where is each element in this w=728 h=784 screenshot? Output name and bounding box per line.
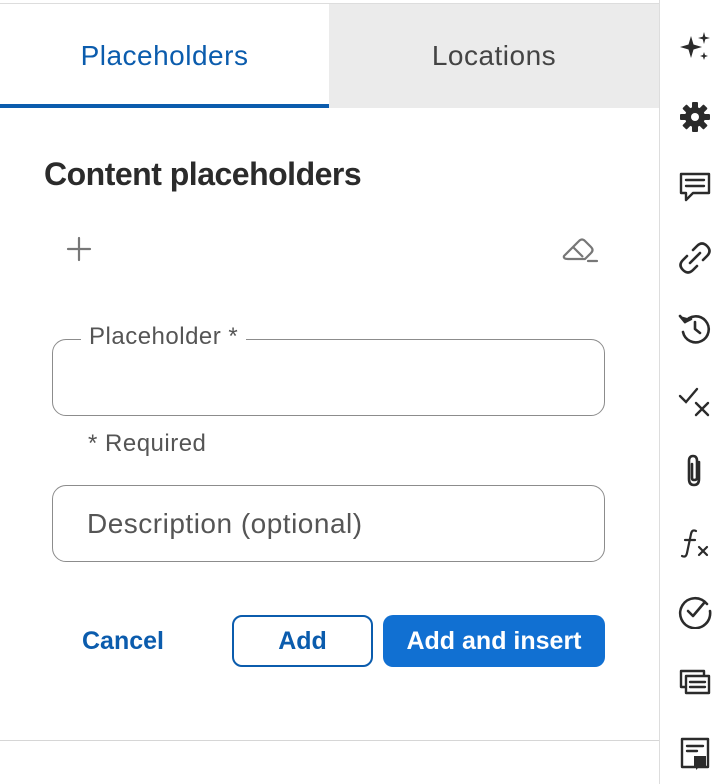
tab-placeholders[interactable]: Placeholders [0,4,329,108]
comment-icon[interactable] [674,166,716,208]
history-icon[interactable] [674,308,716,350]
placeholder-input[interactable] [73,350,583,404]
check-cross-icon[interactable] [674,380,716,422]
formula-icon[interactable] [674,522,716,564]
eraser-icon[interactable] [558,228,600,270]
cancel-button[interactable]: Cancel [64,615,182,667]
link-icon[interactable] [674,237,716,279]
placeholder-field: Placeholder * [52,323,605,416]
cards-icon[interactable] [674,660,716,702]
check-circle-icon[interactable] [674,590,716,632]
add-button[interactable]: Add [232,615,373,667]
gear-icon[interactable] [674,96,716,138]
placeholder-field-label: Placeholder * [81,323,247,351]
bottom-divider [0,740,659,741]
content-panel: Placeholders Locations Content placehold… [0,0,659,784]
description-field [52,485,605,562]
description-input[interactable] [87,497,597,551]
tab-bar: Placeholders Locations [0,4,659,108]
plus-icon[interactable] [62,232,96,266]
required-note: * Required [88,430,207,457]
right-icon-rail [659,0,728,784]
section-title: Content placeholders [44,156,362,192]
add-and-insert-button[interactable]: Add and insert [383,615,605,667]
sparkle-icon[interactable] [674,26,716,68]
tab-locations[interactable]: Locations [329,4,659,108]
note-icon[interactable] [674,732,716,774]
paperclip-icon[interactable] [674,450,716,492]
